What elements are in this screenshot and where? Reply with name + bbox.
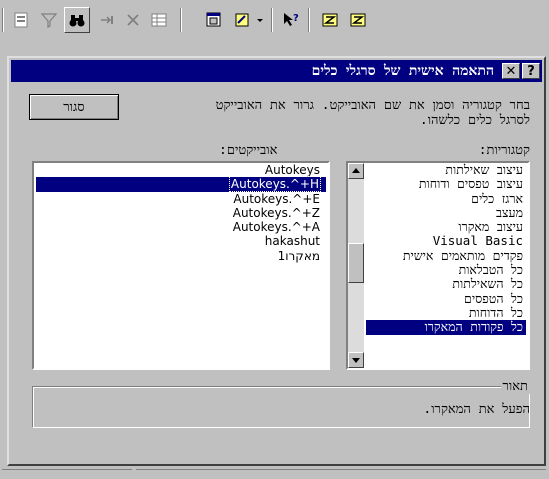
object-item-label: Autokeys: [264, 163, 320, 177]
object-item-label: Autokeys.^+H: [228, 176, 322, 193]
categories-list[interactable]: עיצוב שאילתות עיצוב טפסים ודוחות ארגז כלים…: [346, 161, 530, 370]
category-item[interactable]: כל הטפסים: [366, 292, 526, 306]
build-alt-button[interactable]: [345, 7, 371, 33]
dialog-title: התאמה אישית של סרגלי כלים: [311, 62, 494, 79]
toolbar-separator: [2, 8, 4, 32]
category-item[interactable]: כל פקודות המאקרו: [366, 320, 526, 335]
object-item-label: מאקרו1: [277, 248, 320, 263]
filter-icon: [40, 13, 58, 28]
grid-icon: [151, 13, 167, 27]
categories-label: קטגוריות:: [478, 143, 530, 158]
object-item[interactable]: Autokeys.^+E: [36, 192, 326, 206]
new-object-button[interactable]: [229, 7, 255, 33]
category-item[interactable]: פקדים מותאמים אישית: [366, 249, 526, 263]
object-item[interactable]: Autokeys.^+Z: [36, 206, 326, 220]
help-button[interactable]: ?: [522, 63, 540, 79]
object-item-label: Autokeys.^+A: [232, 220, 320, 235]
title-buttons: ? ✕: [500, 63, 540, 79]
help-icon: ?: [527, 63, 535, 79]
dialog-titlebar[interactable]: ? ✕ התאמה אישית של סרגלי כלים: [11, 60, 542, 82]
new-object-dropdown[interactable]: [254, 7, 266, 33]
delete-record-button[interactable]: [120, 7, 146, 33]
arrow-down-icon: [352, 358, 360, 363]
whats-this-icon: ?: [284, 13, 299, 26]
properties-button[interactable]: [8, 7, 34, 33]
object-item-label: Autokeys.^+E: [233, 191, 320, 206]
toolbar-separator: [308, 8, 310, 32]
arrow-up-icon: [352, 168, 360, 173]
dialog-close-button[interactable]: ✕: [502, 63, 520, 79]
status-segment: [136, 469, 546, 478]
object-item[interactable]: Autokeys: [36, 163, 326, 177]
categories-scrollbar[interactable]: [348, 163, 364, 368]
objects-items: Autokeys Autokeys.^+H Autokeys.^+E Autokeys…: [36, 163, 326, 263]
whats-this-button[interactable]: ?: [278, 7, 304, 33]
object-item[interactable]: Autokeys.^+A: [36, 220, 326, 234]
objects-list[interactable]: Autokeys Autokeys.^+H Autokeys.^+E Autokeys…: [32, 161, 330, 370]
categories-items: עיצוב שאילתות עיצוב טפסים ודוחות ארגז כלים…: [366, 163, 526, 335]
database-window-icon: [206, 12, 221, 27]
new-object-icon: [235, 13, 249, 27]
scroll-down-button[interactable]: [348, 352, 364, 368]
category-item[interactable]: עיצוב שאילתות: [366, 163, 526, 177]
new-record-button[interactable]: [146, 7, 172, 33]
next-icon: [101, 16, 113, 24]
filter-button[interactable]: [36, 7, 62, 33]
delete-icon: [127, 14, 139, 26]
scroll-up-button[interactable]: [348, 163, 364, 179]
objects-label: אובייקטים:: [219, 143, 278, 158]
category-item[interactable]: מעצב: [366, 206, 526, 220]
category-item[interactable]: עיצוב טפסים ודוחות: [366, 177, 526, 191]
find-button[interactable]: [64, 7, 90, 33]
toolbar-separator: [180, 8, 182, 32]
category-item[interactable]: עיצוב מאקרו: [366, 220, 526, 234]
customize-toolbars-dialog: ? ✕ התאמה אישית של סרגלי כלים בחר קטגורי…: [7, 56, 546, 466]
category-item[interactable]: כל השאילתות: [366, 277, 526, 291]
status-segment: [2, 469, 132, 478]
build-icon: [322, 13, 338, 27]
category-item[interactable]: ארגז כלים: [366, 192, 526, 206]
build-alt-icon: [350, 13, 366, 27]
database-window-button[interactable]: [201, 7, 227, 33]
dropdown-arrow-icon: [257, 19, 263, 22]
scroll-thumb[interactable]: [348, 243, 364, 283]
category-item[interactable]: כל הטבלאות: [366, 263, 526, 277]
description-text: הפעל את המאקרו.: [423, 402, 530, 417]
status-area: [0, 468, 549, 479]
svg-text:?: ?: [293, 13, 299, 24]
object-item[interactable]: Autokeys.^+H: [36, 176, 326, 193]
close-icon: ✕: [505, 63, 517, 79]
binoculars-icon: [69, 15, 85, 27]
build-button[interactable]: [317, 7, 343, 33]
description-label: תאור: [500, 378, 530, 394]
toolbar-separator: [271, 8, 273, 32]
next-record-button[interactable]: [94, 7, 120, 33]
close-button[interactable]: סגור: [29, 94, 119, 120]
object-item[interactable]: hakashut: [36, 234, 326, 248]
category-item[interactable]: כל הדוחות: [366, 306, 526, 320]
object-item-label: Autokeys.^+Z: [232, 205, 320, 220]
category-item[interactable]: Visual Basic: [366, 234, 526, 248]
object-item-label: hakashut: [264, 234, 320, 249]
instructions-text: בחר קטגוריה וסמן את שם האובייקט. גרור את…: [215, 98, 530, 128]
object-item[interactable]: מאקרו1: [36, 249, 326, 263]
toolbar: ?: [0, 0, 549, 38]
properties-icon: [14, 12, 28, 28]
